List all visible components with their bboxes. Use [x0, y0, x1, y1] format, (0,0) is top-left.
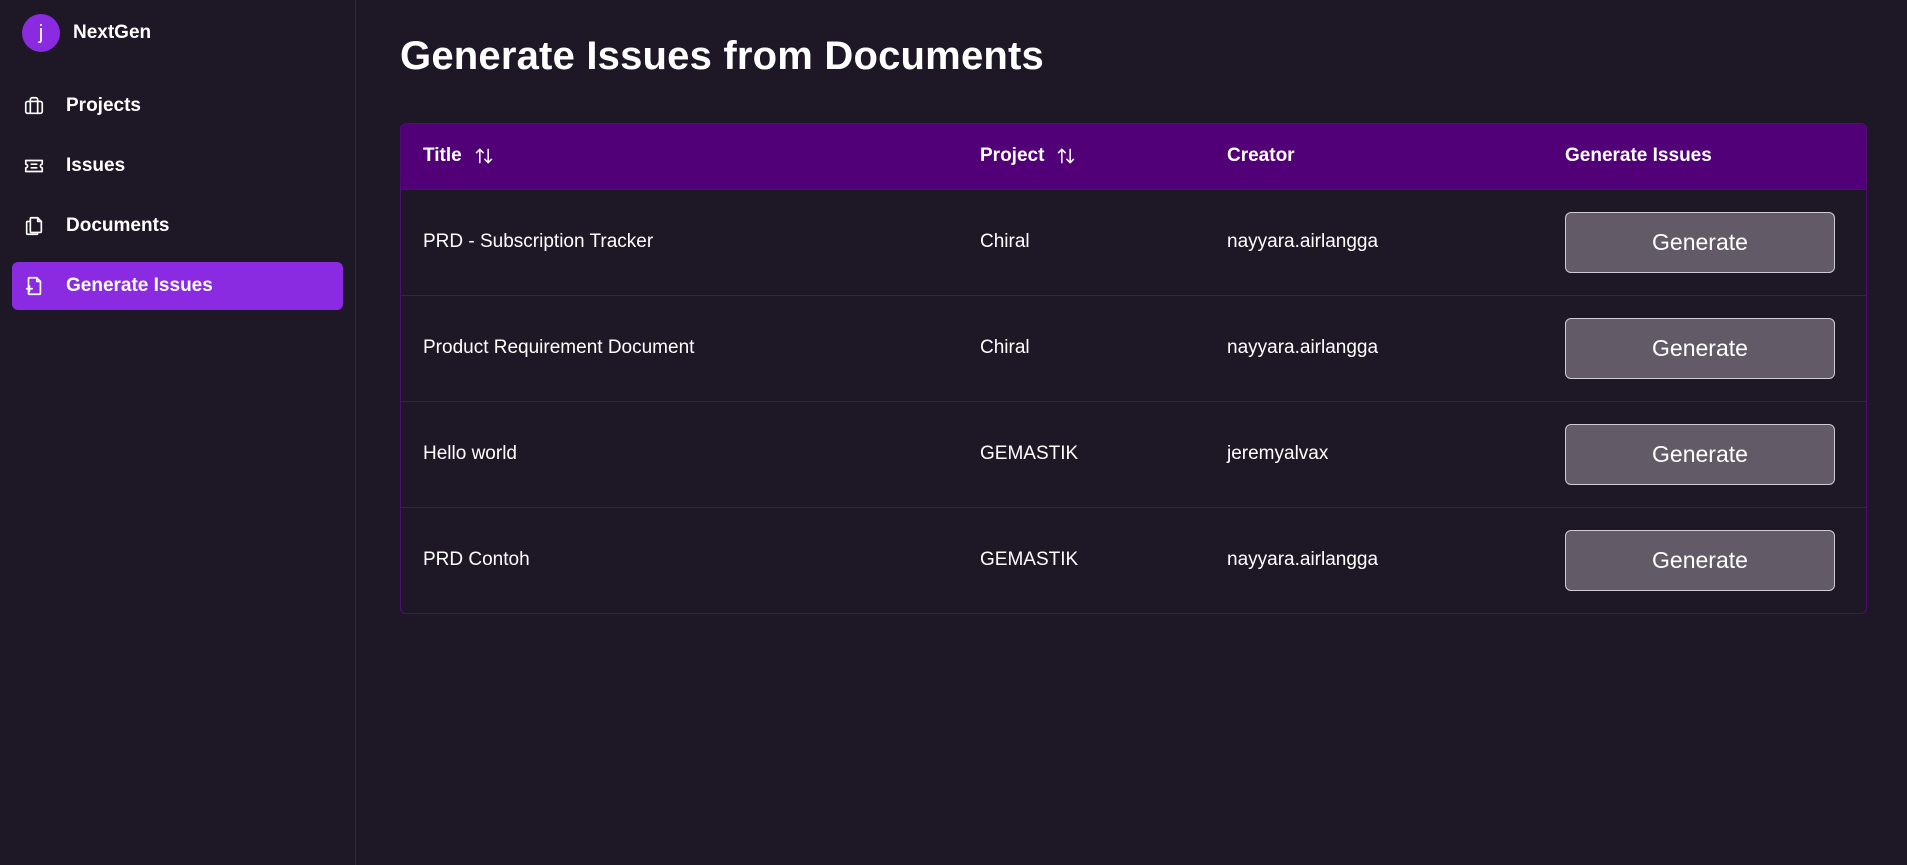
column-project-label: Project [980, 145, 1045, 167]
table-row: PRD Contoh GEMASTIK nayyara.airlangga Ge… [401, 507, 1866, 613]
sidebar-item-label: Documents [66, 215, 170, 236]
sidebar-item-label: Issues [66, 155, 126, 176]
briefcase-icon [22, 94, 46, 118]
generate-button[interactable]: Generate [1565, 317, 1835, 379]
cell-project: GEMASTIK [980, 443, 1079, 464]
sidebar: j NextGen Projects Issues Documents Gene… [0, 0, 356, 865]
table-header-row: Title Project Creator Generate Issues [401, 124, 1866, 189]
cell-title: Product Requirement Document [423, 337, 695, 358]
avatar[interactable]: j [22, 14, 60, 52]
cell-project: GEMASTIK [980, 549, 1079, 571]
brand[interactable]: j NextGen [12, 12, 343, 54]
sidebar-nav: Projects Issues Documents Generate Issue… [12, 82, 343, 310]
brand-name: NextGen [73, 22, 152, 43]
cell-generate: Generate [1543, 295, 1866, 401]
cell-project: Chiral [980, 231, 1030, 252]
sidebar-item-projects[interactable]: Projects [12, 82, 343, 130]
cell-title: PRD - Subscription Tracker [423, 231, 654, 252]
file-plus-icon [22, 274, 46, 298]
column-header-title[interactable]: Title [401, 124, 958, 189]
column-header-creator: Creator [1227, 145, 1295, 167]
column-header-project[interactable]: Project [958, 124, 1205, 189]
cell-title: PRD Contoh [423, 549, 530, 571]
generate-button[interactable]: Generate [1565, 211, 1835, 273]
sidebar-item-issues[interactable]: Issues [12, 142, 343, 190]
table-row: PRD - Subscription Tracker Chiral nayyar… [401, 189, 1866, 295]
sidebar-item-generate-issues[interactable]: Generate Issues [12, 262, 343, 310]
table-row: Hello world GEMASTIK jeremyalvax Generat… [401, 401, 1866, 507]
cell-generate: Generate [1543, 189, 1866, 295]
column-title-label: Title [423, 145, 462, 167]
cell-generate: Generate [1543, 401, 1866, 507]
documents-table: Title Project Creator Generate Issues PR… [400, 123, 1867, 614]
cell-generate: Generate [1543, 507, 1866, 613]
sidebar-item-label: Generate Issues [66, 275, 213, 296]
table-row: Product Requirement Document Chiral nayy… [401, 295, 1866, 401]
documents-icon [22, 214, 46, 238]
cell-creator: jeremyalvax [1227, 443, 1329, 464]
ticket-icon [22, 154, 46, 178]
app: j NextGen Projects Issues Documents Gene… [0, 0, 1907, 865]
cell-creator: nayyara.airlangga [1227, 549, 1379, 571]
generate-button[interactable]: Generate [1565, 529, 1835, 591]
cell-title: Hello world [423, 443, 517, 464]
sidebar-item-label: Projects [66, 95, 141, 116]
cell-creator: nayyara.airlangga [1227, 337, 1379, 358]
generate-button[interactable]: Generate [1565, 423, 1835, 485]
main-content: Generate Issues from Documents Title Pro… [356, 0, 1907, 865]
column-header-generate-issues: Generate Issues [1565, 145, 1712, 167]
sidebar-item-documents[interactable]: Documents [12, 202, 343, 250]
sort-icon[interactable] [474, 146, 494, 166]
cell-project: Chiral [980, 337, 1030, 358]
sort-icon[interactable] [1056, 146, 1076, 166]
page-title: Generate Issues from Documents [400, 34, 1044, 78]
cell-creator: nayyara.airlangga [1227, 231, 1379, 252]
